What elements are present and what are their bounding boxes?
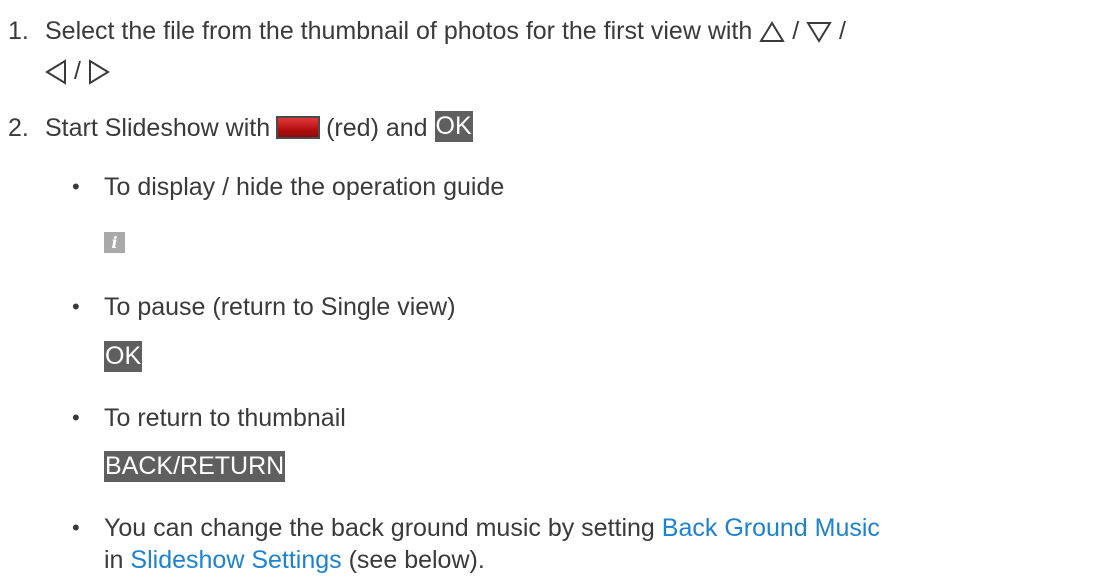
up-arrow-icon — [759, 21, 786, 43]
back-return-key: BACK/RETURN — [104, 451, 286, 482]
bullet-text: To return to thumbnail — [104, 404, 346, 432]
slideshow-settings-link[interactable]: Slideshow Settings — [130, 546, 341, 574]
step-1-text: Select the file from the thumbnail of ph… — [45, 17, 753, 45]
left-arrow-icon — [45, 59, 66, 86]
red-button-icon — [276, 115, 321, 139]
bullet-text: To pause (return to Single view) — [104, 293, 456, 321]
bullet-text: To display / hide the operation guide — [104, 173, 505, 201]
down-arrow-icon — [806, 22, 832, 44]
bullet-icon: • — [72, 174, 80, 199]
step-number: 2. — [8, 114, 29, 142]
color-label: (red) and — [326, 114, 428, 142]
separator: / — [792, 17, 800, 45]
bullet-icon: • — [72, 294, 80, 319]
ok-key: OK — [434, 111, 473, 142]
back-return-key-label: BACK/RETURN — [104, 451, 286, 485]
step-text-line2: / — [45, 54, 110, 88]
step-2-text: Start Slideshow with — [45, 114, 271, 142]
ok-key: OK — [104, 341, 143, 372]
bullet-text: You can change the back ground music by … — [104, 511, 880, 545]
step-text: Select the file from the thumbnail of ph… — [45, 14, 846, 48]
back-ground-music-link[interactable]: Back Ground Music — [662, 514, 880, 542]
step-text: Start Slideshow with (red) and OK — [45, 111, 473, 145]
step-number: 1. — [8, 17, 29, 45]
bullet-4-text: You can change the back ground music by … — [104, 514, 655, 542]
separator: / — [839, 17, 846, 45]
bullet-4-tail: (see below). — [348, 546, 485, 574]
bullet-icon: • — [72, 515, 80, 540]
right-arrow-icon — [88, 59, 110, 86]
separator: / — [73, 57, 81, 85]
bullet-4-in: in — [104, 546, 124, 574]
bullet-icon: • — [72, 405, 80, 430]
bullet-text-line2: in Slideshow Settings (see below). — [104, 543, 485, 577]
ok-key-label: OK — [104, 341, 143, 375]
info-icon: i — [104, 232, 125, 253]
